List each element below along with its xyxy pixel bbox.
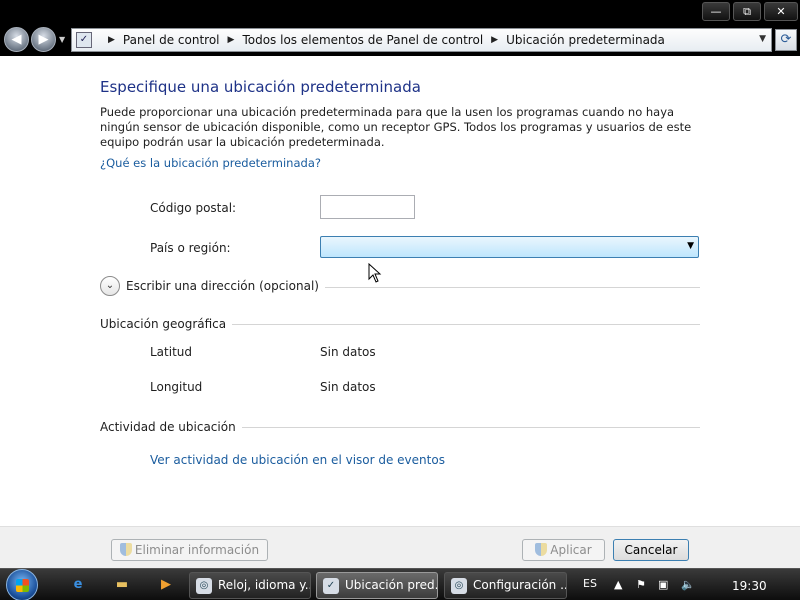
longitude-value: Sin datos xyxy=(320,380,376,394)
apply-button[interactable]: Aplicar xyxy=(522,539,605,561)
geo-section-heading: Ubicación geográfica xyxy=(100,317,233,331)
activity-section-heading: Actividad de ubicación xyxy=(100,420,242,434)
folder-icon[interactable]: ▬ xyxy=(112,575,132,595)
recent-pages-chevron-icon[interactable]: ▼ xyxy=(59,35,65,44)
breadcrumb-all-items[interactable]: Todos los elementos de Panel de control xyxy=(242,33,483,47)
breadcrumb-default-location[interactable]: Ubicación predeterminada xyxy=(506,33,665,47)
mouse-pointer-icon xyxy=(368,263,382,283)
address-bar[interactable]: ✓ ▶ Panel de control ▶ Todos los element… xyxy=(71,28,772,52)
refresh-button[interactable]: ⟳ xyxy=(775,29,797,51)
main-content: Especifique una ubicación predeterminada… xyxy=(0,56,800,526)
divider xyxy=(300,287,700,288)
taskbar-item-label: Configuración ... xyxy=(473,578,567,592)
control-panel-icon: ◎ xyxy=(451,578,467,594)
address-expander-label[interactable]: Escribir una dirección (opcional) xyxy=(126,279,325,293)
start-button[interactable] xyxy=(6,569,38,600)
internet-explorer-icon[interactable]: e xyxy=(68,575,88,595)
taskbar-item-label: Reloj, idioma y... xyxy=(218,578,311,592)
remove-info-button[interactable]: Eliminar información xyxy=(111,539,268,561)
breadcrumb-control-panel[interactable]: Panel de control xyxy=(123,33,220,47)
country-label: País o región: xyxy=(150,241,231,255)
taskbar-item-settings[interactable]: ◎ Configuración ... xyxy=(444,572,567,599)
postal-code-label: Código postal: xyxy=(150,201,237,215)
breadcrumb-separator-icon[interactable]: ▶ xyxy=(228,35,235,45)
clock[interactable]: 19:30 xyxy=(732,579,767,593)
taskbar-item-default-location[interactable]: ✓ Ubicación pred... xyxy=(316,572,438,599)
expand-address-button[interactable]: ⌄ xyxy=(100,276,120,296)
breadcrumb-separator-icon[interactable]: ▶ xyxy=(108,35,115,45)
uac-shield-icon xyxy=(535,543,548,556)
media-player-icon[interactable]: ▶ xyxy=(156,575,176,595)
latitude-value: Sin datos xyxy=(320,345,376,359)
breadcrumb: ▶ Panel de control ▶ Todos los elementos… xyxy=(100,33,665,47)
cancel-button[interactable]: Cancelar xyxy=(613,539,689,561)
close-button[interactable]: ✕ xyxy=(764,2,798,21)
longitude-label: Longitud xyxy=(150,380,203,394)
taskbar-item-clock-language[interactable]: ◎ Reloj, idioma y... xyxy=(189,572,311,599)
maximize-button[interactable]: ⧉ xyxy=(733,2,761,21)
taskbar-item-label: Ubicación pred... xyxy=(345,578,438,592)
navigation-bar: ◀ ▶ ▼ ✓ ▶ Panel de control ▶ Todos los e… xyxy=(0,24,800,56)
apply-label: Aplicar xyxy=(550,543,592,557)
control-panel-icon: ✓ xyxy=(76,32,92,48)
control-panel-icon: ✓ xyxy=(323,578,339,594)
remove-info-label: Eliminar información xyxy=(134,543,260,557)
breadcrumb-separator-icon[interactable]: ▶ xyxy=(491,35,498,45)
volume-muted-icon[interactable]: 🔈 xyxy=(681,578,695,591)
latitude-label: Latitud xyxy=(150,345,193,359)
event-viewer-link[interactable]: Ver actividad de ubicación en el visor d… xyxy=(150,453,445,467)
back-button[interactable]: ◀ xyxy=(4,27,29,52)
button-bar: Eliminar información Aplicar Cancelar xyxy=(0,526,800,568)
page-description: Puede proporcionar una ubicación predete… xyxy=(100,105,692,149)
forward-button[interactable]: ▶ xyxy=(31,27,56,52)
action-center-flag-icon[interactable]: ⚑ xyxy=(636,578,646,591)
page-title: Especifique una ubicación predeterminada xyxy=(100,78,421,96)
control-panel-icon: ◎ xyxy=(196,578,212,594)
minimize-button[interactable]: — xyxy=(702,2,730,21)
title-bar: — ⧉ ✕ xyxy=(0,0,800,24)
network-icon[interactable]: ▣ xyxy=(658,578,668,591)
address-dropdown-icon[interactable]: ▼ xyxy=(759,34,766,44)
taskbar: e ▬ ▶ ◎ Reloj, idioma y... ✓ Ubicación pre… xyxy=(0,568,800,600)
chevron-down-icon: ▼ xyxy=(687,241,694,251)
language-indicator[interactable]: ES xyxy=(583,577,597,590)
help-link[interactable]: ¿Qué es la ubicación predeterminada? xyxy=(100,156,321,170)
postal-code-input[interactable] xyxy=(320,195,415,219)
show-hidden-icons-icon[interactable]: ▲ xyxy=(614,578,622,591)
country-select[interactable]: ▼ xyxy=(320,236,699,258)
uac-shield-icon xyxy=(119,543,132,556)
